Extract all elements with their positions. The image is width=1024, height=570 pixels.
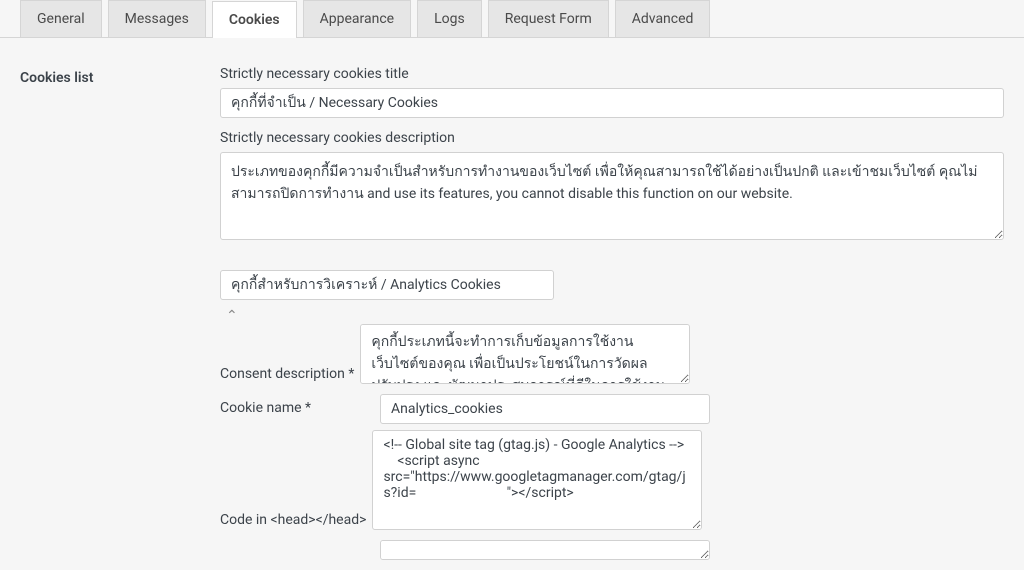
tab-logs[interactable]: Logs xyxy=(417,0,482,37)
code-head-label: Code in <head></head> xyxy=(220,512,366,534)
code-head-textarea[interactable] xyxy=(372,430,702,530)
tabs-container: General Messages Cookies Appearance Logs… xyxy=(0,0,1024,38)
tab-request-form[interactable]: Request Form xyxy=(488,0,609,37)
cookie-name-label: Cookie name * xyxy=(220,394,380,416)
tab-appearance[interactable]: Appearance xyxy=(303,0,411,37)
code-body-textarea[interactable] xyxy=(380,540,710,560)
tab-cookies[interactable]: Cookies xyxy=(212,1,297,38)
necessary-title-input[interactable] xyxy=(220,88,1004,118)
necessary-title-label: Strictly necessary cookies title xyxy=(220,66,1004,82)
cookie-name-input[interactable] xyxy=(380,394,710,424)
consent-desc-label: Consent description * xyxy=(220,366,354,388)
chevron-up-icon[interactable]: ⌃ xyxy=(226,308,238,324)
tab-advanced[interactable]: Advanced xyxy=(615,0,711,37)
necessary-desc-label: Strictly necessary cookies description xyxy=(220,130,1004,146)
tab-messages[interactable]: Messages xyxy=(108,0,206,37)
necessary-desc-textarea[interactable] xyxy=(220,152,1004,240)
tab-general[interactable]: General xyxy=(20,0,102,37)
consent-desc-textarea[interactable] xyxy=(360,324,690,384)
section-title: Cookies list xyxy=(20,70,220,86)
cookie-group-title-input[interactable] xyxy=(220,270,554,300)
